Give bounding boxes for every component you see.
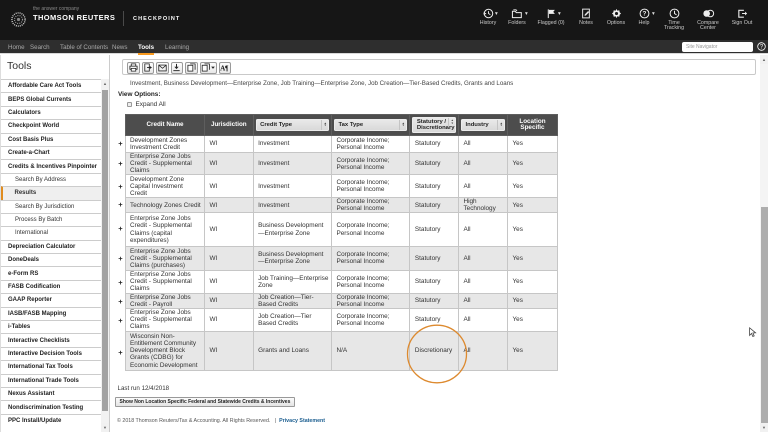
- svg-text:¶: ¶: [224, 64, 228, 71]
- svg-text:?: ?: [642, 11, 646, 18]
